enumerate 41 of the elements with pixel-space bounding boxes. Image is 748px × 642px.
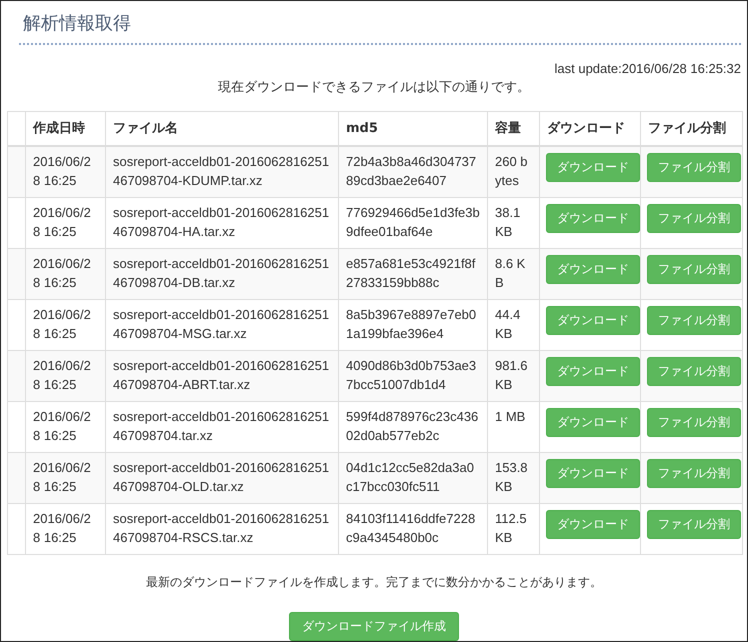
- split-file-button[interactable]: ファイル分割: [647, 357, 741, 386]
- date-cell: 2016/06/28 16:25: [26, 452, 106, 504]
- split-file-button[interactable]: ファイル分割: [647, 510, 741, 539]
- split-file-button[interactable]: ファイル分割: [647, 459, 741, 488]
- file-name-cell: sosreport-acceldb01-2016062816251467098704-ABRT.tar.xz: [106, 350, 338, 402]
- md5-cell: 4090d86b3d0b753ae37bcc51007db1d4: [338, 350, 488, 402]
- create-download-file-button[interactable]: ダウンロードファイル作成: [289, 612, 459, 641]
- split-file-button[interactable]: ファイル分割: [647, 408, 741, 437]
- last-update: last update:2016/06/28 16:25:32: [554, 61, 741, 76]
- intro-text: 現在ダウンロードできるファイルは以下の通りです。: [217, 78, 531, 96]
- size-cell: 112.5 KB: [488, 504, 540, 554]
- split-file-button[interactable]: ファイル分割: [647, 204, 741, 233]
- split-file-button[interactable]: ファイル分割: [647, 255, 741, 284]
- download-button[interactable]: ダウンロード: [546, 510, 640, 539]
- note-text: 最新のダウンロードファイルを作成します。完了までに数分かかることがあります。: [145, 574, 603, 591]
- md5-cell: 04d1c12cc5e82da3a0c17bcc030fc511: [338, 452, 488, 504]
- date-cell: 2016/06/28 16:25: [26, 350, 106, 402]
- md5-cell: 84103f11416ddfe7228c9a4345480b0c: [338, 504, 488, 554]
- download-button[interactable]: ダウンロード: [546, 204, 640, 233]
- file-name-cell: sosreport-acceldb01-2016062816251467098704-DB.tar.xz: [106, 248, 338, 300]
- size-cell: 8.6 KB: [488, 248, 540, 300]
- file-name-cell: sosreport-acceldb01-2016062816251467098704-OLD.tar.xz: [106, 452, 338, 504]
- size-cell: 260 bytes: [488, 146, 540, 198]
- download-button[interactable]: ダウンロード: [546, 306, 640, 335]
- size-cell: 153.8 KB: [488, 452, 540, 504]
- download-button[interactable]: ダウンロード: [546, 255, 640, 284]
- download-button[interactable]: ダウンロード: [546, 357, 640, 386]
- date-cell: 2016/06/28 16:25: [26, 248, 106, 300]
- date-cell: 2016/06/28 16:25: [26, 146, 106, 198]
- download-button[interactable]: ダウンロード: [546, 408, 640, 437]
- download-button[interactable]: ダウンロード: [546, 153, 640, 182]
- md5-cell: e857a681e53c4921f8f27833159bb88c: [338, 248, 488, 300]
- size-cell: 981.6 KB: [488, 350, 540, 402]
- file-name-cell: sosreport-acceldb01-2016062816251467098704-KDUMP.tar.xz: [106, 146, 338, 198]
- file-name-cell: sosreport-acceldb01-2016062816251467098704-RSCS.tar.xz: [106, 504, 338, 554]
- split-file-button[interactable]: ファイル分割: [647, 153, 741, 182]
- split-file-button[interactable]: ファイル分割: [647, 306, 741, 335]
- md5-cell: 72b4a3b8a46d30473789cd3bae2e6407: [338, 146, 488, 198]
- date-cell: 2016/06/28 16:25: [26, 504, 106, 554]
- download-button[interactable]: ダウンロード: [546, 459, 640, 488]
- page-title: 解析情報取得: [23, 12, 131, 35]
